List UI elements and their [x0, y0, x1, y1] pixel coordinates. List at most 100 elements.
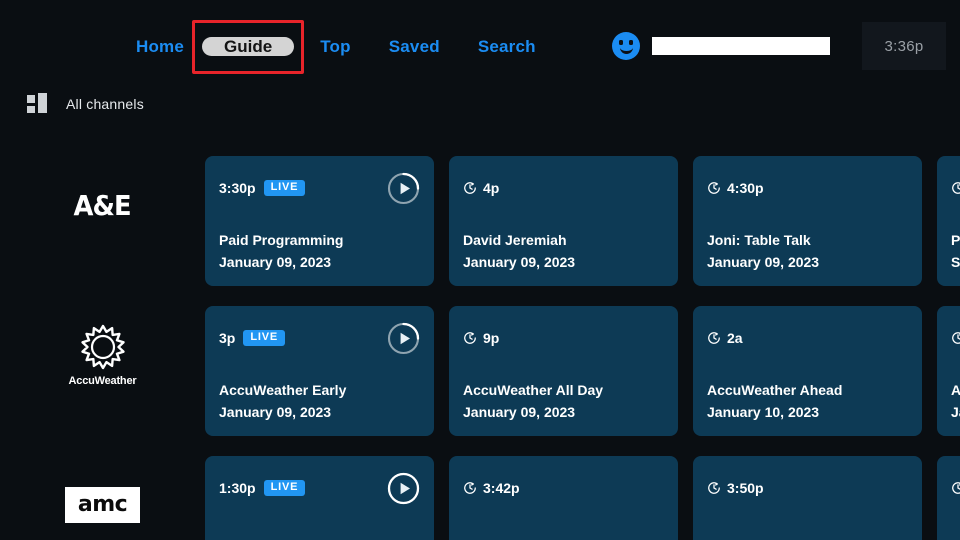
card-date: January 09, 2023 — [463, 254, 576, 270]
avatar-mouth — [619, 47, 633, 54]
card-title: AccuWeather Ahead — [707, 382, 843, 398]
reminder-clock-icon — [952, 332, 960, 344]
channel-logo-cell[interactable]: AccuWeather — [0, 290, 205, 420]
program-card[interactable]: 4:30p Joni: Table Talk January 09, 2023 — [693, 156, 922, 286]
account-area[interactable] — [612, 32, 830, 60]
card-title: Paid Programming — [219, 232, 344, 248]
program-card[interactable]: 3:30p LIVE Paid Programming January 09, 202… — [205, 156, 434, 286]
grid-block-1 — [27, 95, 35, 103]
card-text-block: Joni: Table Talk January 09, 2023 — [707, 232, 819, 270]
reminder-clock-icon — [708, 482, 720, 494]
card-text-block: AccuWeather Ahead January 10, 2023 — [707, 382, 842, 420]
card-top-line: 3:50p — [707, 478, 908, 498]
card-time: 3:30p — [219, 180, 256, 196]
channel-logo-cell[interactable]: amc — [0, 440, 205, 540]
grid-block-2 — [27, 106, 35, 113]
avatar-eye-left — [619, 40, 623, 45]
guide-grid: A&E 3:30p LIVE Paid Programming January 09, … — [0, 140, 960, 540]
play-button[interactable] — [387, 322, 420, 355]
card-text-block: AccuWeather All Day January 09, 2023 — [463, 382, 603, 420]
card-time: 4p — [483, 180, 500, 196]
reminder-clock-icon — [952, 182, 960, 194]
all-channels-filter[interactable]: All channels — [27, 93, 144, 115]
grid-layout-icon — [27, 93, 47, 115]
program-card[interactable]: Pa S1 — [937, 156, 960, 286]
accuweather-sun-icon — [80, 324, 125, 370]
nav-item-saved[interactable]: Saved — [375, 28, 454, 66]
program-card[interactable]: 3p LIVE AccuWeather Early January 09, 2023 — [205, 306, 434, 436]
guide-row: AccuWeather 3p LIVE AccuWeather Early Januar… — [0, 290, 960, 440]
card-top-line: 9p — [463, 328, 664, 348]
channel-logo-amc: amc — [64, 487, 141, 523]
nav-item-search[interactable]: Search — [464, 28, 550, 66]
top-navigation-bar: Home Guide Top Saved Search 3:36p — [0, 0, 960, 80]
card-top-line — [951, 178, 960, 198]
card-title: AccuWeather Early — [219, 382, 347, 398]
card-date: Ja — [951, 404, 960, 420]
card-title: David Jeremiah — [463, 232, 567, 248]
card-time: 4:30p — [727, 180, 764, 196]
reminder-clock-icon — [708, 182, 720, 194]
card-time: 3:50p — [727, 480, 764, 496]
program-card[interactable]: 1:30p LIVE — [205, 456, 434, 540]
reminder-clock-icon — [708, 332, 720, 344]
card-time: 2a — [727, 330, 743, 346]
card-text-block: Pa S1 — [951, 232, 960, 270]
channel-logo-ae: A&E — [73, 188, 132, 222]
card-text-block: David Jeremiah January 09, 2023 — [463, 232, 575, 270]
card-title: Pa — [951, 232, 960, 248]
reminder-clock-icon — [464, 182, 476, 194]
program-card[interactable] — [937, 456, 960, 540]
clock-display: 3:36p — [862, 22, 946, 70]
program-card[interactable]: 2a AccuWeather Ahead January 10, 2023 — [693, 306, 922, 436]
all-channels-label: All channels — [66, 96, 144, 112]
card-top-line: 3:42p — [463, 478, 664, 498]
reminder-clock-icon — [464, 482, 476, 494]
channel-logo-cell[interactable]: A&E — [0, 140, 205, 270]
card-date: January 10, 2023 — [707, 404, 820, 420]
card-time: 9p — [483, 330, 500, 346]
nav-item-guide-wrapper: Guide — [192, 20, 305, 74]
card-text-block: Ac Ja — [951, 382, 960, 420]
card-date: January 09, 2023 — [219, 254, 332, 270]
nav-item-top[interactable]: Top — [306, 28, 365, 66]
card-date: January 09, 2023 — [463, 404, 576, 420]
card-top-line — [951, 328, 960, 348]
accuweather-wordmark: AccuWeather — [68, 375, 137, 387]
card-time: 3p — [219, 330, 236, 346]
nav-links: Home Guide Top Saved Search — [136, 20, 550, 74]
program-card-list: 1:30p LIVE 3:42pThe Three Stooges3:50pThe … — [205, 456, 960, 540]
card-date: January 09, 2023 — [219, 404, 332, 420]
live-badge: LIVE — [263, 480, 306, 496]
nav-item-guide[interactable]: Guide — [202, 37, 295, 56]
smiley-face-icon[interactable] — [612, 32, 640, 60]
card-top-line: 4p — [463, 178, 664, 198]
live-badge: LIVE — [263, 180, 306, 196]
play-button[interactable] — [387, 172, 420, 205]
guide-row: amc 1:30p LIVE 3:42pThe Three Stooges3:50pT… — [0, 440, 960, 540]
program-card[interactable]: 4p David Jeremiah January 09, 2023 — [449, 156, 678, 286]
program-card[interactable]: 9p AccuWeather All Day January 09, 2023 — [449, 306, 678, 436]
program-card[interactable]: 3:42pThe Three Stooges — [449, 456, 678, 540]
card-top-line: 4:30p — [707, 178, 908, 198]
live-badge: LIVE — [243, 330, 285, 346]
play-button[interactable] — [387, 472, 420, 505]
avatar-eye-right — [629, 40, 633, 45]
card-title: AccuWeather All Day — [463, 382, 604, 398]
card-text-block: Paid Programming January 09, 2023 — [219, 232, 343, 270]
card-title: Ac — [951, 382, 960, 398]
card-date: January 09, 2023 — [707, 254, 820, 270]
card-date: S1 — [951, 254, 960, 270]
nav-item-home[interactable]: Home — [136, 28, 202, 66]
card-time: 3:42p — [483, 480, 520, 496]
clock-text: 3:36p — [884, 37, 924, 55]
reminder-clock-icon — [464, 332, 476, 344]
card-title: Joni: Table Talk — [707, 232, 811, 248]
card-text-block: AccuWeather Early January 09, 2023 — [219, 382, 346, 420]
card-top-line: 2a — [707, 328, 908, 348]
card-time: 1:30p — [219, 480, 256, 496]
grid-block-3 — [38, 93, 47, 113]
program-card[interactable]: Ac Ja — [937, 306, 960, 436]
account-name-field[interactable] — [652, 37, 830, 55]
program-card[interactable]: 3:50pThe Three Stooges — [693, 456, 922, 540]
